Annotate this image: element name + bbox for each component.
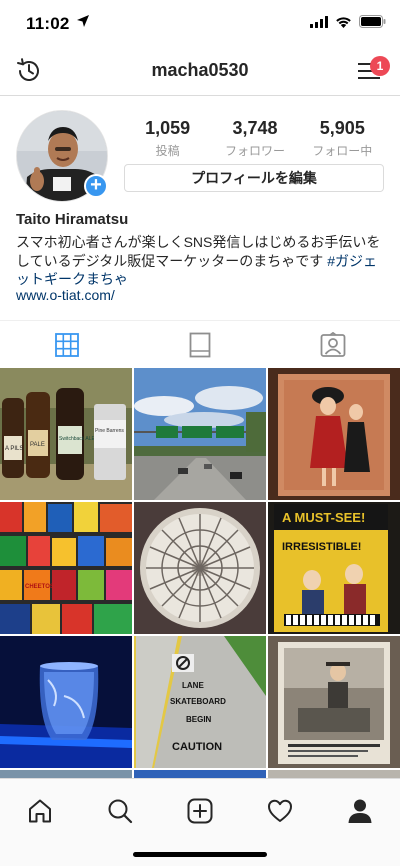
tab-grid[interactable] — [0, 321, 133, 368]
profile-name: Taito Hiramatsu — [16, 211, 129, 228]
status-time: 11:02 — [26, 14, 70, 33]
post-thumbnail[interactable]: A PILS PALE Switchback ALE Pine Barrens — [0, 368, 132, 500]
post-thumbnail[interactable] — [0, 770, 132, 778]
nav-home[interactable] — [20, 791, 60, 831]
stat-value: 5,905 — [319, 118, 365, 138]
stat-followers[interactable]: 3,748 フォロワー — [215, 118, 295, 159]
post-image — [134, 770, 266, 778]
profile-bio: スマホ初心者さんが楽しくSNS発信しはじめるお手伝いをしているデジタル販促マーケ… — [16, 233, 388, 289]
username-title: macha0530 — [151, 60, 249, 80]
post-image — [268, 368, 400, 500]
post-label: LANE — [182, 681, 204, 690]
post-label: CAUTION — [172, 741, 222, 753]
feed-icon — [189, 332, 211, 357]
post-thumbnail[interactable]: CHEETOS — [0, 502, 132, 634]
post-label: IRRESISTIBLE! — [282, 541, 361, 553]
status-bar: 11:02 — [0, 0, 400, 46]
nav-add-post[interactable] — [180, 791, 220, 831]
post-label: CHEETOS — [25, 584, 54, 590]
post-thumbnail[interactable]: LANE SKATEBOARD BEGIN CAUTION — [134, 636, 266, 768]
search-icon — [108, 799, 133, 824]
post-thumbnail[interactable] — [134, 368, 266, 500]
post-thumbnail[interactable] — [134, 502, 266, 634]
post-thumbnail[interactable] — [134, 770, 266, 778]
post-thumbnail[interactable] — [268, 770, 400, 778]
tab-tagged[interactable] — [267, 321, 400, 368]
post-image — [0, 636, 132, 768]
stat-value: 3,748 — [232, 118, 278, 138]
post-label: Pine Barrens — [95, 428, 124, 434]
signal-icon — [310, 15, 328, 28]
notification-badge[interactable]: 1 — [370, 56, 390, 76]
edit-profile-button[interactable]: プロフィールを編集 — [124, 164, 384, 192]
post-image — [134, 368, 266, 500]
post-image — [268, 636, 400, 768]
tab-feed[interactable] — [133, 321, 266, 368]
profile-stats: 1,059 投稿 3,748 フォロワー 5,905 フォロー中 — [124, 118, 386, 159]
stat-posts[interactable]: 1,059 投稿 — [128, 118, 208, 159]
post-image: A MUST-SEE! IRRESISTIBLE! — [268, 502, 400, 634]
stat-following[interactable]: 5,905 フォロー中 — [302, 118, 382, 159]
nav-profile[interactable] — [340, 791, 380, 831]
post-thumbnail[interactable] — [268, 636, 400, 768]
stat-value: 1,059 — [145, 118, 191, 138]
add-post-icon — [187, 798, 213, 824]
post-label: Switchback ALE — [59, 436, 96, 442]
post-label: BEGIN — [186, 715, 212, 724]
post-grid: A PILS PALE Switchback ALE Pine Barrens — [0, 368, 400, 778]
post-label: PALE — [30, 442, 45, 448]
website-link[interactable]: www.o-tiat.com/ — [16, 287, 115, 303]
stat-label: フォロー中 — [312, 144, 373, 158]
profile-header: macha0530 — [0, 46, 400, 96]
post-image — [0, 770, 132, 778]
add-story-button[interactable]: + — [84, 174, 108, 198]
wifi-icon — [336, 16, 351, 28]
battery-icon — [359, 15, 386, 28]
bottom-nav — [0, 778, 400, 866]
activity-heart-icon — [268, 799, 292, 822]
stat-label: フォロワー — [224, 144, 285, 158]
profile-tabs — [0, 320, 400, 368]
post-image — [268, 770, 400, 778]
nav-search[interactable] — [100, 791, 140, 831]
post-thumbnail[interactable]: A MUST-SEE! IRRESISTIBLE! — [268, 502, 400, 634]
post-image: LANE SKATEBOARD BEGIN CAUTION — [134, 636, 266, 768]
post-image: CHEETOS — [0, 502, 132, 634]
grid-icon — [54, 332, 79, 357]
post-image — [134, 502, 266, 634]
post-thumbnail[interactable] — [0, 636, 132, 768]
post-label: A MUST-SEE! — [282, 510, 365, 525]
post-thumbnail[interactable] — [268, 368, 400, 500]
post-image: A PILS PALE Switchback ALE Pine Barrens — [0, 368, 132, 500]
post-label: A PILS — [5, 446, 23, 452]
tagged-icon — [320, 331, 346, 357]
status-icons — [310, 15, 386, 28]
stat-label: 投稿 — [155, 144, 180, 158]
post-label: SKATEBOARD — [170, 697, 226, 706]
home-icon — [29, 799, 51, 823]
profile-icon — [348, 799, 372, 823]
home-indicator — [133, 852, 267, 857]
location-arrow-icon — [77, 15, 89, 27]
nav-activity[interactable] — [260, 791, 300, 831]
bio-text: スマホ初心者さんが楽しくSNS発信しはじめるお手伝いをしているデジタル販促マーケ… — [16, 234, 381, 269]
